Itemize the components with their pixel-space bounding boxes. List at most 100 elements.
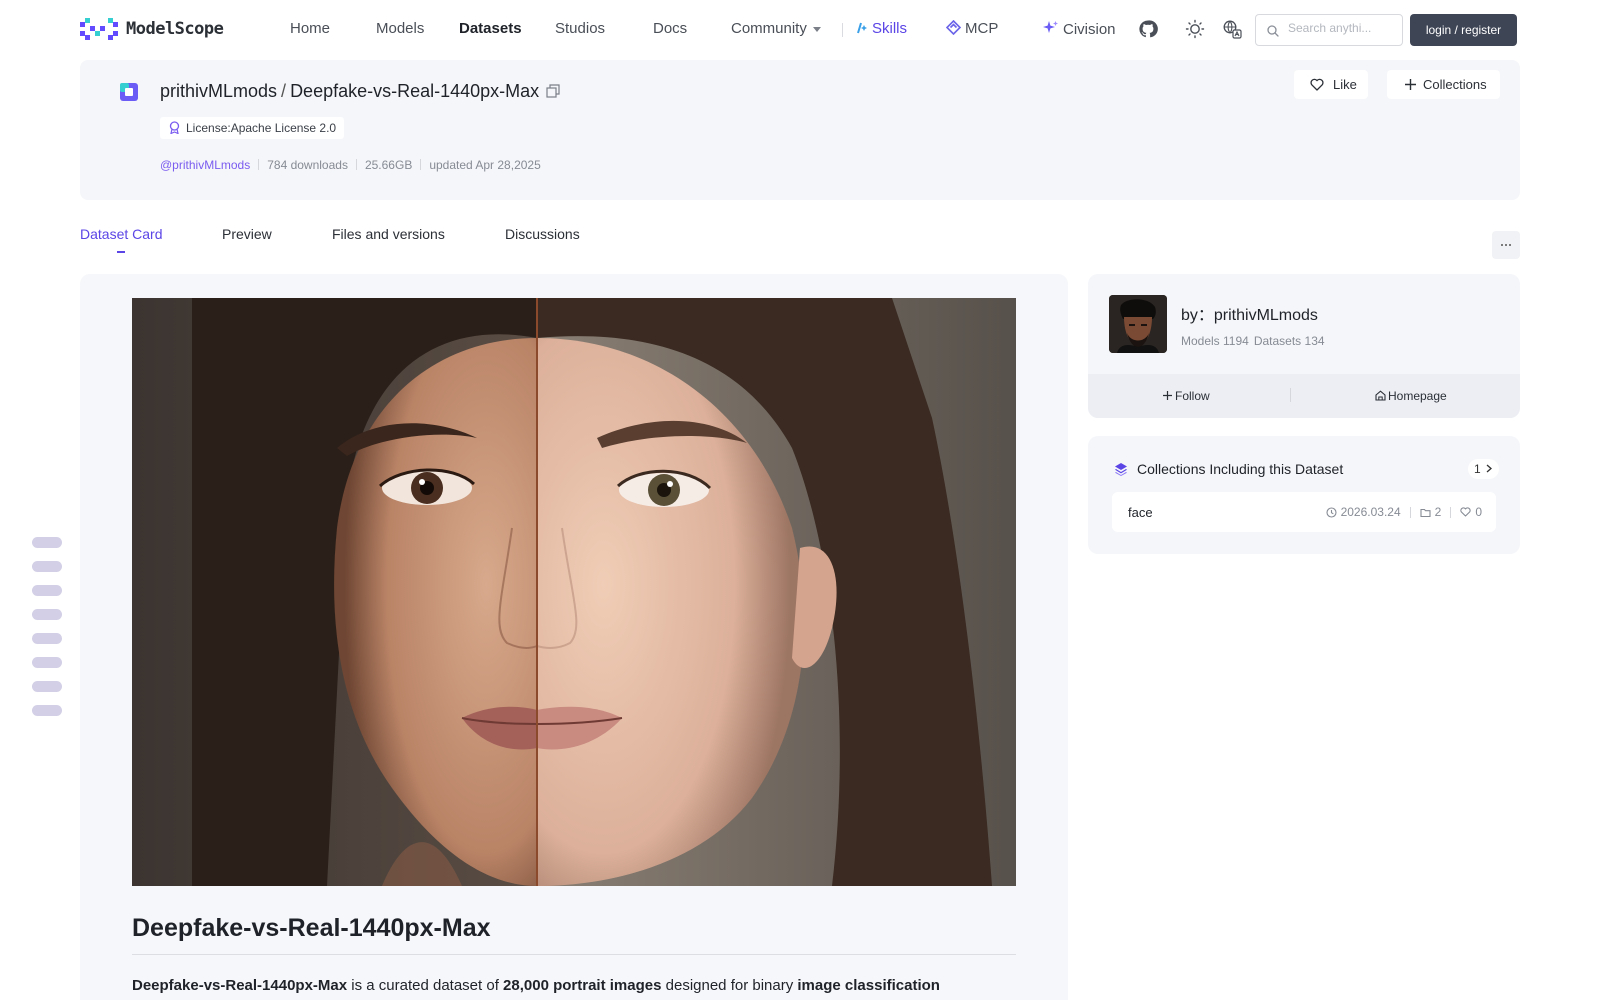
- author-card: by：prithivMLmods Models 1194 Datasets 134…: [1088, 274, 1520, 418]
- license-text: License:Apache License 2.0: [186, 121, 337, 135]
- intro-text-2: designed for binary: [661, 977, 798, 994]
- clock-icon: [1326, 506, 1337, 518]
- dataset-meta: @prithivMLmods 784 downloads 25.66GB update…: [160, 158, 541, 172]
- dataset-name: Deepfake-vs-Real-1440px-Max: [290, 81, 540, 101]
- mcp-icon: [945, 19, 962, 36]
- homepage-button[interactable]: Homepage: [1375, 389, 1447, 403]
- toc-item[interactable]: [32, 681, 62, 692]
- tab-dataset-card[interactable]: Dataset Card: [80, 226, 162, 242]
- updated-date: updated Apr 28,2025: [429, 158, 541, 172]
- meta-divider: [355, 159, 357, 170]
- toc-item[interactable]: [32, 609, 62, 620]
- author-name[interactable]: by：prithivMLmods: [1181, 301, 1318, 325]
- nav-community-label: Community: [731, 20, 807, 37]
- meta-divider: [258, 159, 260, 170]
- intro-image-count: 28,000 portrait images: [503, 977, 662, 994]
- language-icon[interactable]: [1222, 19, 1242, 39]
- login-register-button[interactable]: login / register: [1410, 14, 1517, 46]
- meta-divider: [1409, 506, 1411, 518]
- nav-datasets[interactable]: Datasets: [459, 20, 522, 37]
- collection-date: 2026.03.24: [1340, 505, 1401, 519]
- toc-item[interactable]: [32, 705, 62, 716]
- dot: [1509, 244, 1511, 246]
- nav-civision[interactable]: Civision: [1043, 20, 1116, 38]
- search-input[interactable]: [1288, 21, 1396, 35]
- dataset-icon: [120, 83, 138, 101]
- dataset-card-content: Deepfake-vs-Real-1440px-Max Deepfake-vs-…: [80, 274, 1068, 1000]
- download-count: 784 downloads: [267, 158, 348, 172]
- nav-mcp-label: MCP: [965, 20, 999, 37]
- intro-task: image classification: [797, 977, 940, 994]
- follow-label: Follow: [1175, 389, 1210, 403]
- modelscope-logo[interactable]: ModelScope: [80, 18, 224, 40]
- author-models-count[interactable]: Models 1194: [1181, 334, 1249, 348]
- license-badge[interactable]: License:Apache License 2.0: [160, 117, 345, 139]
- theme-toggle-icon[interactable]: [1185, 19, 1205, 39]
- heading-rule: [132, 954, 1016, 955]
- nav-skills-label: Skills: [872, 20, 908, 37]
- collections-title: Collections Including this Dataset: [1137, 461, 1344, 477]
- chevron-down-icon: [812, 26, 821, 32]
- plus-icon: [1163, 391, 1172, 400]
- collection-item[interactable]: face 2026.03.24 2 0: [1112, 492, 1496, 532]
- logo-text: ModelScope: [126, 19, 224, 39]
- meta-divider: [1450, 506, 1452, 518]
- nav-divider: [842, 23, 843, 37]
- tab-files-and-versions[interactable]: Files and versions: [332, 226, 445, 242]
- nav-mcp[interactable]: MCP: [945, 19, 999, 37]
- like-button[interactable]: Like: [1294, 70, 1368, 99]
- dot: [1505, 244, 1507, 246]
- add-to-collections-button[interactable]: Collections: [1387, 70, 1500, 99]
- author-datasets-count[interactable]: Datasets 134: [1254, 334, 1325, 348]
- tab-preview[interactable]: Preview: [222, 226, 272, 242]
- collection-likes: 0: [1475, 505, 1482, 519]
- github-icon[interactable]: [1138, 19, 1158, 39]
- copy-icon[interactable]: [546, 84, 560, 98]
- home-icon: [1375, 390, 1386, 401]
- collections-count: 1: [1474, 462, 1481, 476]
- heart-icon: [1310, 78, 1324, 91]
- modelscope-logo-icon: [80, 18, 118, 40]
- nav-community[interactable]: Community: [731, 20, 821, 37]
- collection-items-group: 2: [1420, 505, 1442, 519]
- collections-count-button[interactable]: 1: [1468, 459, 1500, 479]
- toc-item[interactable]: [32, 585, 62, 596]
- nav-studios[interactable]: Studios: [555, 20, 605, 37]
- more-options-button[interactable]: [1492, 231, 1520, 259]
- toc-item[interactable]: [32, 657, 62, 668]
- dot: [1501, 244, 1503, 246]
- active-tab-indicator: [117, 251, 125, 253]
- action-divider: [1290, 388, 1291, 402]
- nav-home[interactable]: Home: [290, 20, 330, 37]
- search-box[interactable]: [1255, 14, 1403, 46]
- dataset-owner[interactable]: prithivMLmods: [160, 81, 277, 101]
- author-stats: Models 1194 Datasets 134: [1181, 334, 1325, 348]
- homepage-label: Homepage: [1388, 389, 1447, 403]
- author-link[interactable]: @prithivMLmods: [160, 158, 250, 172]
- top-navigation-bar: ModelScope Home Models Datasets Studios …: [0, 0, 1600, 58]
- collection-name: face: [1128, 505, 1153, 520]
- avatar[interactable]: [1109, 295, 1167, 353]
- toc-item[interactable]: [32, 633, 62, 644]
- heart-icon: [1460, 507, 1471, 517]
- collection-date-group: 2026.03.24: [1326, 505, 1401, 519]
- collections-label: Collections: [1423, 77, 1487, 92]
- toc-item[interactable]: [32, 561, 62, 572]
- dataset-title: prithivMLmods / Deepfake-vs-Real-1440px-Ma…: [160, 81, 539, 102]
- like-label: Like: [1333, 77, 1357, 92]
- toc-item[interactable]: [32, 537, 62, 548]
- layers-icon: [1115, 463, 1127, 476]
- tab-discussions[interactable]: Discussions: [505, 226, 580, 242]
- collection-item-count: 2: [1434, 505, 1442, 519]
- collection-likes-group: 0: [1460, 505, 1482, 519]
- intro-dataset-name: Deepfake-vs-Real-1440px-Max: [132, 977, 348, 994]
- dataset-size: 25.66GB: [364, 158, 413, 172]
- nav-models[interactable]: Models: [376, 20, 424, 37]
- nav-docs[interactable]: Docs: [653, 20, 687, 37]
- collections-card: Collections Including this Dataset 1 fac…: [1088, 436, 1520, 554]
- follow-button[interactable]: Follow: [1162, 389, 1210, 403]
- nav-skills[interactable]: Skills: [856, 20, 907, 37]
- search-icon: [1267, 25, 1279, 37]
- title-separator: /: [281, 81, 287, 101]
- intro-text-1: is a curated dataset of: [347, 977, 504, 994]
